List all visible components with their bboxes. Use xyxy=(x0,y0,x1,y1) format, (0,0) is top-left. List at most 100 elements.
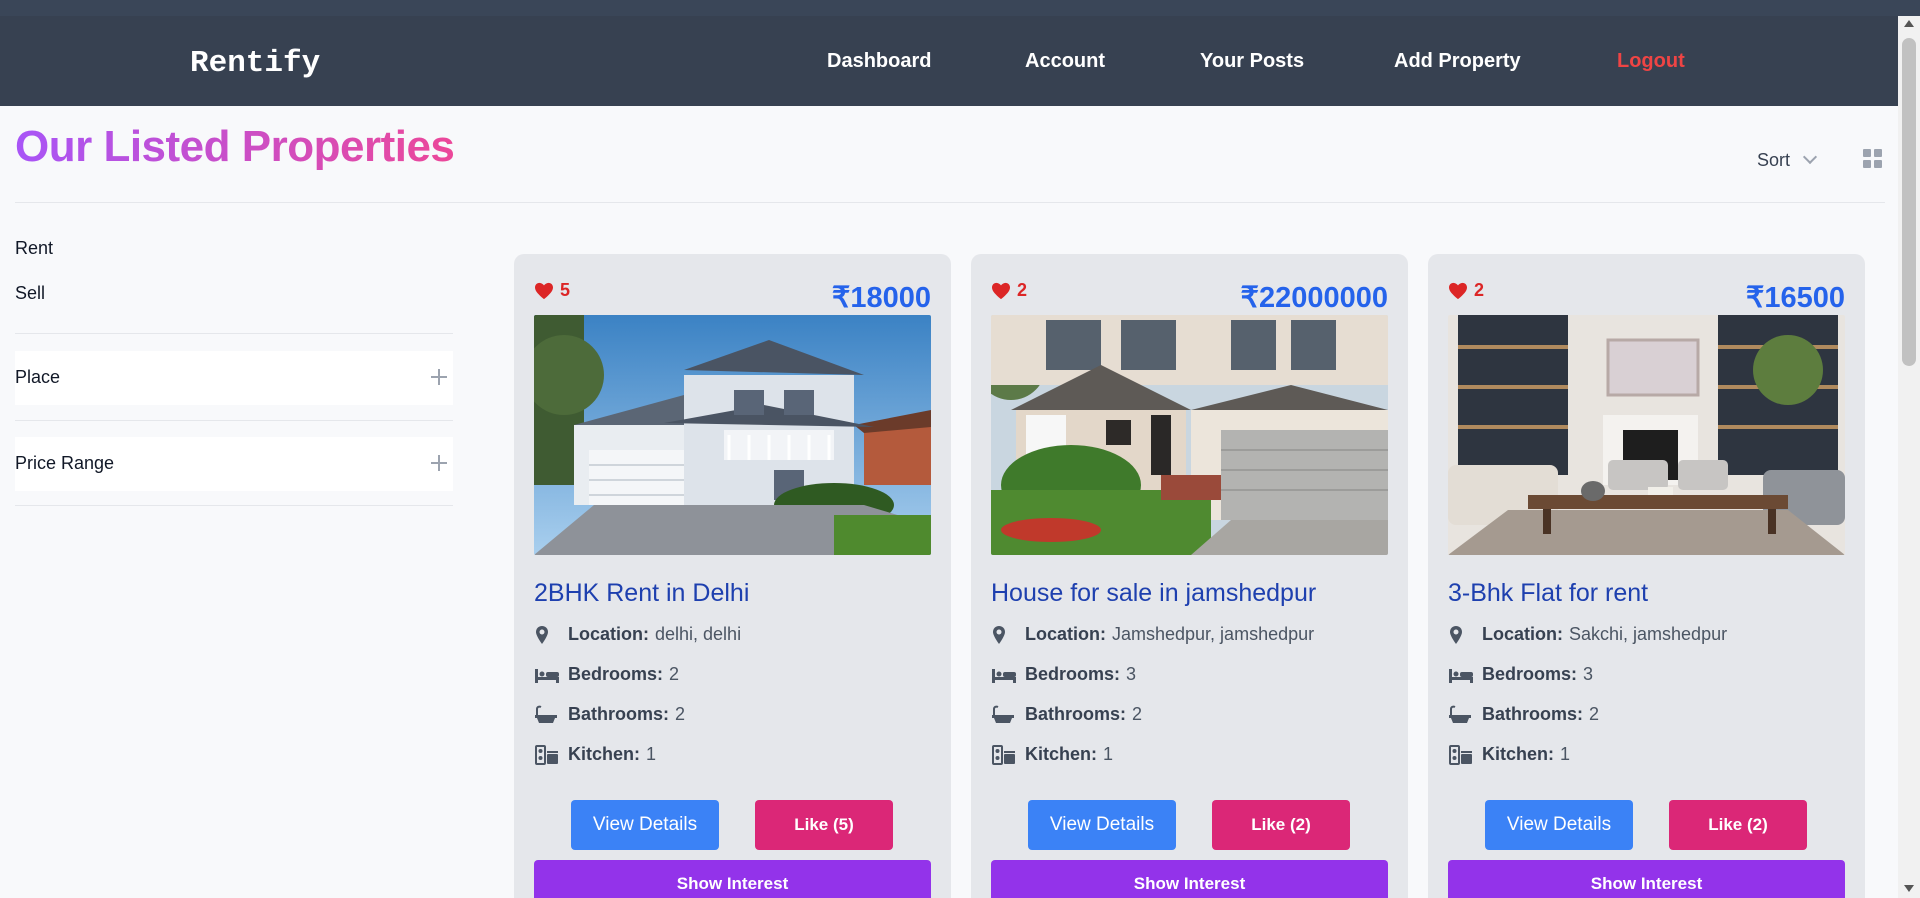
like-button[interactable]: Like (2) xyxy=(1669,800,1807,850)
plus-icon[interactable] xyxy=(431,369,447,385)
property-photo[interactable] xyxy=(991,315,1388,555)
property-card: 2 ₹22000000 House for sale in jamshedpur xyxy=(971,254,1408,898)
bed-icon xyxy=(535,668,559,683)
filter-divider xyxy=(15,505,453,506)
kitchen-label: Kitchen: xyxy=(1025,744,1097,764)
bed-icon xyxy=(1449,668,1473,683)
property-title[interactable]: 3-Bhk Flat for rent xyxy=(1448,579,1648,608)
bedrooms-value: 2 xyxy=(669,664,680,684)
map-pin-icon xyxy=(536,625,548,644)
like-count: 5 xyxy=(534,280,570,301)
property-kitchen: Kitchen: 1 xyxy=(1448,744,1570,765)
property-location: Location: delhi, delhi xyxy=(534,624,741,645)
property-price: ₹22000000 xyxy=(1240,282,1388,314)
filter-place-label: Place xyxy=(15,367,61,387)
property-bathrooms: Bathrooms: 2 xyxy=(991,704,1142,725)
browser-top-strip xyxy=(0,0,1920,16)
navbar: Rentify Dashboard Account Your Posts Add… xyxy=(0,16,1898,106)
property-photo[interactable] xyxy=(1448,315,1845,555)
property-bedrooms: Bedrooms: 2 xyxy=(534,664,679,685)
bedrooms-value: 3 xyxy=(1126,664,1137,684)
property-bedrooms: Bedrooms: 3 xyxy=(1448,664,1593,685)
property-location: Location: Jamshedpur, jamshedpur xyxy=(991,624,1314,645)
filter-sell[interactable]: Sell xyxy=(15,283,45,304)
filter-place-toggle[interactable]: Place xyxy=(15,351,453,405)
scroll-thumb[interactable] xyxy=(1902,38,1916,366)
bathrooms-value: 2 xyxy=(675,704,686,724)
like-count: 2 xyxy=(991,280,1027,301)
kitchen-value: 1 xyxy=(1103,744,1114,764)
property-price: ₹16500 xyxy=(1745,282,1845,314)
bathrooms-label: Bathrooms: xyxy=(1025,704,1127,724)
property-photo[interactable] xyxy=(534,315,931,555)
nav-logout[interactable]: Logout xyxy=(1617,50,1685,73)
bedrooms-value: 3 xyxy=(1583,664,1594,684)
show-interest-button[interactable]: Show Interest xyxy=(534,860,931,898)
scroll-down-arrow-icon[interactable] xyxy=(1904,885,1914,892)
nav-dashboard[interactable]: Dashboard xyxy=(827,50,931,73)
nav-your-posts[interactable]: Your Posts xyxy=(1200,50,1304,73)
view-details-button[interactable]: View Details xyxy=(571,800,719,850)
filter-rent[interactable]: Rent xyxy=(15,238,53,259)
bedrooms-label: Bedrooms: xyxy=(1482,664,1578,684)
heart-icon xyxy=(535,282,553,299)
property-title[interactable]: 2BHK Rent in Delhi xyxy=(534,579,749,608)
location-label: Location: xyxy=(1025,624,1106,644)
location-label: Location: xyxy=(1482,624,1563,644)
like-count-value: 5 xyxy=(560,280,571,300)
bath-icon xyxy=(535,705,557,723)
like-count-value: 2 xyxy=(1474,280,1485,300)
location-value: delhi, delhi xyxy=(655,624,742,644)
kitchen-value: 1 xyxy=(1560,744,1571,764)
grid-view-icon[interactable] xyxy=(1863,149,1883,169)
property-price: ₹18000 xyxy=(831,282,931,314)
like-count: 2 xyxy=(1448,280,1484,301)
bath-icon xyxy=(992,705,1014,723)
view-details-button[interactable]: View Details xyxy=(1028,800,1176,850)
bed-icon xyxy=(992,668,1016,683)
location-label: Location: xyxy=(568,624,649,644)
property-bathrooms: Bathrooms: 2 xyxy=(534,704,685,725)
map-pin-icon xyxy=(1450,625,1462,644)
property-card: 2 ₹16500 3-Bhk Flat for rent Location: S… xyxy=(1428,254,1865,898)
property-title[interactable]: House for sale in jamshedpur xyxy=(991,579,1316,608)
kitchen-label: Kitchen: xyxy=(568,744,640,764)
page-title: Our Listed Properties xyxy=(15,122,455,171)
filter-divider xyxy=(15,333,453,334)
show-interest-button[interactable]: Show Interest xyxy=(991,860,1388,898)
filter-price-range-toggle[interactable]: Price Range xyxy=(15,437,453,491)
location-value: Jamshedpur, jamshedpur xyxy=(1112,624,1315,644)
property-card: 5 ₹18000 2BHK Rent in Delhi Location: de… xyxy=(514,254,951,898)
bathrooms-value: 2 xyxy=(1132,704,1143,724)
kitchen-icon xyxy=(535,744,558,765)
bathrooms-label: Bathrooms: xyxy=(1482,704,1584,724)
heart-icon xyxy=(1449,282,1467,299)
location-value: Sakchi, jamshedpur xyxy=(1569,624,1728,644)
map-pin-icon xyxy=(993,625,1005,644)
sort-dropdown[interactable]: Sort xyxy=(1757,150,1790,171)
property-bedrooms: Bedrooms: 3 xyxy=(991,664,1136,685)
bedrooms-label: Bedrooms: xyxy=(568,664,664,684)
like-button[interactable]: Like (5) xyxy=(755,800,893,850)
vertical-scrollbar[interactable] xyxy=(1898,16,1920,898)
bedrooms-label: Bedrooms: xyxy=(1025,664,1121,684)
show-interest-button[interactable]: Show Interest xyxy=(1448,860,1845,898)
brand-logo[interactable]: Rentify xyxy=(190,46,320,81)
nav-account[interactable]: Account xyxy=(1025,50,1105,73)
bathrooms-label: Bathrooms: xyxy=(568,704,670,724)
filter-divider xyxy=(15,420,453,421)
chevron-down-icon[interactable] xyxy=(1802,149,1818,165)
heart-icon xyxy=(992,282,1010,299)
header-divider xyxy=(15,202,1885,203)
nav-add-property[interactable]: Add Property xyxy=(1394,50,1521,73)
bath-icon xyxy=(1449,705,1471,723)
view-details-button[interactable]: View Details xyxy=(1485,800,1633,850)
kitchen-value: 1 xyxy=(646,744,657,764)
property-location: Location: Sakchi, jamshedpur xyxy=(1448,624,1727,645)
kitchen-label: Kitchen: xyxy=(1482,744,1554,764)
property-kitchen: Kitchen: 1 xyxy=(534,744,656,765)
plus-icon[interactable] xyxy=(431,455,447,471)
like-button[interactable]: Like (2) xyxy=(1212,800,1350,850)
scroll-up-arrow-icon[interactable] xyxy=(1904,20,1914,27)
like-count-value: 2 xyxy=(1017,280,1028,300)
